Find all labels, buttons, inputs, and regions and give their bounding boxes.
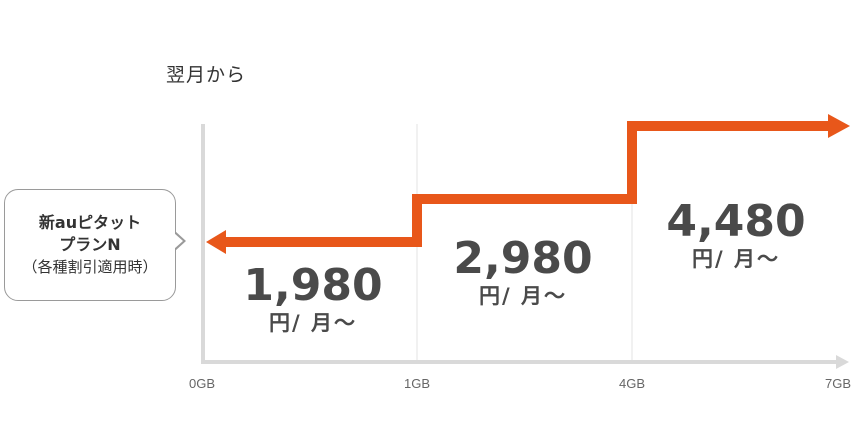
chart-heading: 翌月から <box>166 64 247 86</box>
x-tick-label: 0GB <box>189 376 215 391</box>
plan-name-line2: プランN <box>59 235 121 254</box>
price-unit: 円/ 月～ <box>479 284 567 308</box>
left-arrowhead <box>206 230 226 254</box>
discount-note: （各種割引適用時） <box>22 258 158 276</box>
price-label-tier-2: 2,980 円/ 月～ <box>448 235 598 309</box>
right-arrowhead <box>828 114 850 138</box>
x-tick-label: 7GB <box>825 376 851 391</box>
x-tick-label: 1GB <box>404 376 430 391</box>
plan-name-line1: 新auピタット <box>38 213 142 232</box>
callout-pointer <box>173 231 186 251</box>
x-axis-arrowhead <box>836 355 849 369</box>
price-amount: 4,480 <box>666 196 806 247</box>
price-label-tier-3: 4,480 円/ 月～ <box>661 198 811 272</box>
x-tick-label: 4GB <box>619 376 645 391</box>
plan-callout: 新auピタット プランN （各種割引適用時） <box>4 189 186 301</box>
price-label-tier-1: 1,980 円/ 月～ <box>238 262 388 336</box>
price-unit: 円/ 月～ <box>269 311 357 335</box>
price-unit: 円/ 月～ <box>692 247 780 271</box>
price-amount: 1,980 <box>243 260 383 311</box>
price-amount: 2,980 <box>453 233 593 284</box>
